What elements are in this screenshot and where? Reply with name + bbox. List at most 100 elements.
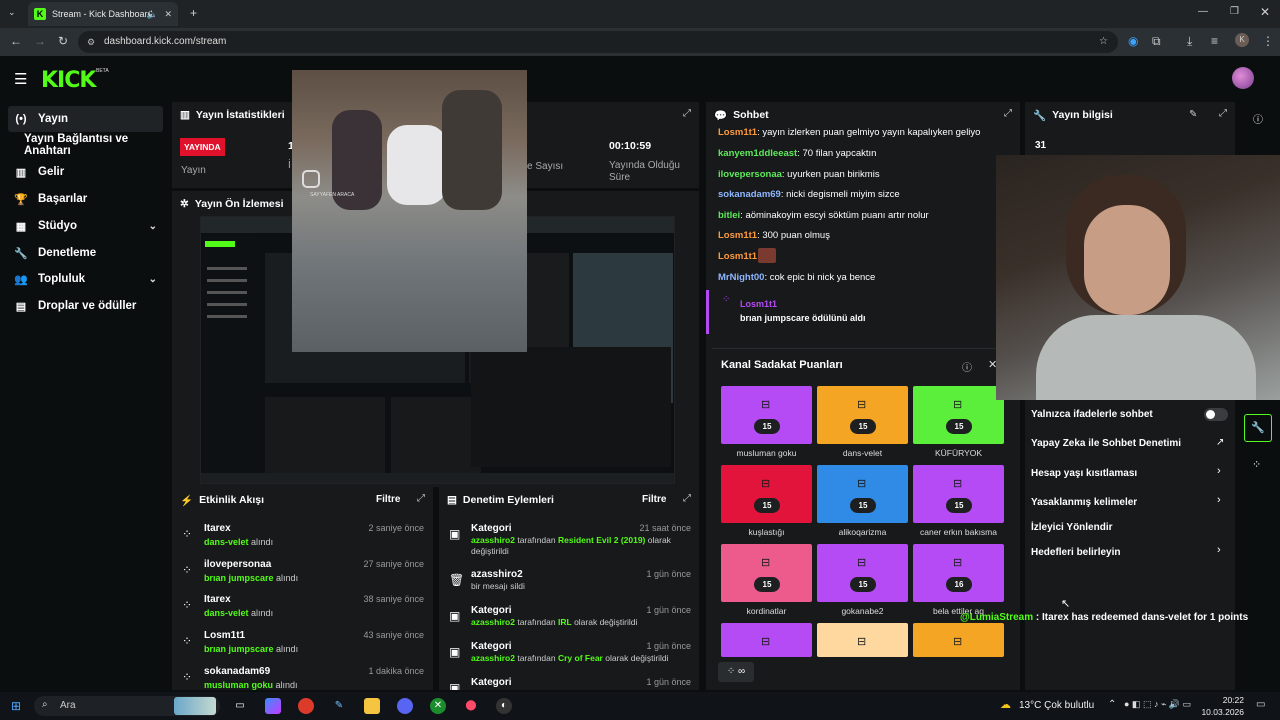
panel-header: 🔧 Yayın bilgisi bbox=[1025, 102, 1235, 128]
task-view-icon[interactable]: ▭ bbox=[232, 698, 248, 714]
download-icon[interactable]: ⤓ bbox=[1187, 34, 1192, 49]
info-icon[interactable]: ⓘ bbox=[1253, 111, 1263, 126]
taskbar-search[interactable]: ⌕ Ara bbox=[34, 696, 220, 716]
feed-user[interactable]: Itarex bbox=[204, 523, 231, 534]
panel-title: Yayın Ön İzlemesi bbox=[194, 198, 284, 210]
extensions-puzzle-icon[interactable]: ⧉ bbox=[1152, 34, 1161, 49]
clock-time[interactable]: 20:22 bbox=[1212, 695, 1244, 705]
discord-icon[interactable] bbox=[397, 698, 413, 714]
ai-moderation-label[interactable]: Yapay Zeka ile Sohbet Denetimi bbox=[1031, 438, 1181, 449]
reward-card[interactable]: ⊟ 15 bbox=[913, 465, 1004, 523]
external-link-icon[interactable]: ↗ bbox=[1216, 437, 1224, 448]
sidebar-item-drops[interactable]: ▤ Droplar ve ödüller bbox=[8, 293, 163, 319]
reward-card[interactable]: ⊟ bbox=[913, 623, 1004, 657]
xbox-icon[interactable]: ✕ bbox=[430, 698, 446, 714]
bookmark-star-icon[interactable]: ☆ bbox=[1099, 31, 1108, 53]
popout-icon[interactable]: ⤢ bbox=[417, 493, 425, 504]
drops-icon: ▤ bbox=[15, 300, 27, 313]
reward-card[interactable]: ⊟ 15 bbox=[913, 386, 1004, 444]
chevron-right-icon[interactable]: › bbox=[1217, 544, 1221, 556]
popout-icon[interactable]: ⤢ bbox=[1004, 108, 1012, 119]
edit-icon[interactable]: ✎ bbox=[1189, 109, 1197, 120]
reward-cost: 15 bbox=[946, 498, 972, 513]
reward-card[interactable]: ⊟ 15 bbox=[721, 544, 812, 602]
set-goals-label[interactable]: Hedefleri belirleyin bbox=[1031, 547, 1120, 558]
hamburger-menu-icon[interactable]: ☰ bbox=[14, 70, 27, 88]
chat-message: ilovepersonaa: uyurken puan birikmis bbox=[718, 169, 880, 180]
sidebar-item-moderation[interactable]: 🔧 Denetleme bbox=[8, 240, 163, 266]
notification-icon[interactable]: ▭ bbox=[1256, 699, 1265, 710]
extension-icon[interactable]: ◉ bbox=[1128, 34, 1138, 48]
rewards-icon[interactable]: ⁘ bbox=[1252, 458, 1261, 471]
duration-label: Yayında Olduğu Süre bbox=[609, 160, 680, 183]
sidebar-item-studio[interactable]: ▦ Stüdyo ⌄ bbox=[8, 213, 163, 239]
points-balance-button[interactable]: ⁘ ∞ bbox=[718, 662, 754, 682]
reload-icon[interactable]: ↻ bbox=[58, 34, 68, 48]
feed-user[interactable]: Losm1t1 bbox=[204, 630, 245, 641]
close-window-icon[interactable]: ✕ bbox=[1260, 5, 1270, 19]
vscode-icon[interactable]: ✎ bbox=[331, 698, 347, 714]
moderation-tools-icon[interactable]: 🔧 bbox=[1244, 414, 1272, 442]
browser-menu-icon[interactable]: ⋮ bbox=[1262, 34, 1274, 48]
banned-words-label[interactable]: Yasaklanmış kelimeler bbox=[1031, 497, 1137, 508]
mod-title[interactable]: azasshiro2 bbox=[471, 569, 523, 580]
sidebar-item-revenue[interactable]: ▥ Gelir bbox=[8, 159, 163, 185]
account-age-label[interactable]: Hesap yaşı kısıtlaması bbox=[1031, 468, 1137, 479]
reward-card[interactable]: ⊟ 16 bbox=[913, 544, 1004, 602]
chrome-icon[interactable] bbox=[298, 698, 314, 714]
weather-text[interactable]: 13°C Çok bulutlu bbox=[1019, 700, 1094, 711]
copilot-icon[interactable] bbox=[265, 698, 281, 714]
reward-cost: 15 bbox=[946, 419, 972, 434]
feed-user[interactable]: sokanadam69 bbox=[204, 666, 270, 677]
redeem-icon: ⁘ bbox=[722, 294, 731, 305]
popout-icon[interactable]: ⤢ bbox=[683, 493, 691, 504]
file-explorer-icon[interactable] bbox=[364, 698, 380, 714]
reward-card[interactable]: ⊟ bbox=[721, 623, 812, 657]
list-item: ⁘ sokanadam69 musluman goku alındı 1 dak… bbox=[172, 666, 432, 690]
user-avatar[interactable] bbox=[1232, 67, 1254, 89]
popout-icon[interactable]: ⤢ bbox=[683, 108, 691, 119]
reward-card[interactable]: ⊟ 15 bbox=[721, 386, 812, 444]
reward-card[interactable]: ⊟ 15 bbox=[817, 386, 908, 444]
list-item: ⁘ Itarex dans-velet alındı 2 saniye önce bbox=[172, 523, 432, 559]
reward-card[interactable]: ⊟ 15 bbox=[817, 544, 908, 602]
sidebar-item-community[interactable]: 👥 Topluluk ⌄ bbox=[8, 266, 163, 292]
moderation-filter-button[interactable]: Filtre bbox=[642, 494, 666, 505]
redirect-viewers-label[interactable]: İzleyici Yönlendir bbox=[1031, 522, 1113, 533]
obs-icon[interactable]: ◐ bbox=[496, 698, 512, 714]
minimize-icon[interactable]: — bbox=[1198, 6, 1208, 17]
forward-icon[interactable]: → bbox=[34, 34, 46, 48]
sidebar-item-achievements[interactable]: 🏆 Başarılar bbox=[8, 186, 163, 212]
sidebar-item-stream-key[interactable]: Yayın Bağlantısı ve Anahtarı bbox=[18, 132, 173, 158]
info-icon[interactable]: ⓘ bbox=[962, 359, 972, 374]
mute-icon[interactable]: 🔈 bbox=[147, 9, 158, 20]
back-icon[interactable]: ← bbox=[10, 34, 22, 48]
restore-icon[interactable]: ❐ bbox=[1230, 6, 1239, 17]
popout-icon[interactable]: ⤢ bbox=[1219, 108, 1227, 119]
tray-chevron-icon[interactable]: ⌃ bbox=[1108, 699, 1116, 710]
chevron-right-icon[interactable]: › bbox=[1217, 465, 1221, 477]
reward-card[interactable]: ⊟ 15 bbox=[817, 465, 908, 523]
sidebar-item-label: Stüdyo bbox=[38, 220, 77, 232]
site-info-icon[interactable]: ⚙ bbox=[87, 31, 95, 53]
maps-pin-icon[interactable]: ⬤ bbox=[463, 698, 479, 714]
feed-user[interactable]: Itarex bbox=[204, 594, 231, 605]
emote-only-toggle[interactable] bbox=[1204, 408, 1228, 421]
reward-card[interactable]: ⊟ bbox=[817, 623, 908, 657]
profile-avatar[interactable]: K bbox=[1235, 33, 1249, 47]
new-tab-icon[interactable]: + bbox=[190, 6, 197, 20]
chevron-right-icon[interactable]: › bbox=[1217, 494, 1221, 506]
tab-list-icon[interactable]: ⌄ bbox=[8, 7, 16, 18]
windows-start-icon[interactable]: ⊞ bbox=[8, 698, 24, 714]
close-tab-icon[interactable]: ✕ bbox=[164, 9, 172, 20]
kick-logo[interactable]: KICK bbox=[41, 68, 96, 93]
feed-user[interactable]: ilovepersonaa bbox=[204, 559, 271, 570]
reading-list-icon[interactable]: ≡ bbox=[1211, 34, 1218, 48]
tray-icons[interactable]: ● ◧ ⬚ ♪ ⌁ 🔊 ▭ bbox=[1124, 699, 1191, 710]
activity-filter-button[interactable]: Filtre bbox=[376, 494, 400, 505]
url-field[interactable]: ⚙ dashboard.kick.com/stream ☆ bbox=[78, 31, 1118, 53]
clock-date[interactable]: 10.03.2026 bbox=[1200, 707, 1244, 717]
sidebar-item-stream[interactable]: (•) Yayın bbox=[8, 106, 163, 132]
browser-tab[interactable]: K Stream - Kick Dashboard 🔈 ✕ bbox=[28, 2, 178, 26]
reward-card[interactable]: ⊟ 15 bbox=[721, 465, 812, 523]
